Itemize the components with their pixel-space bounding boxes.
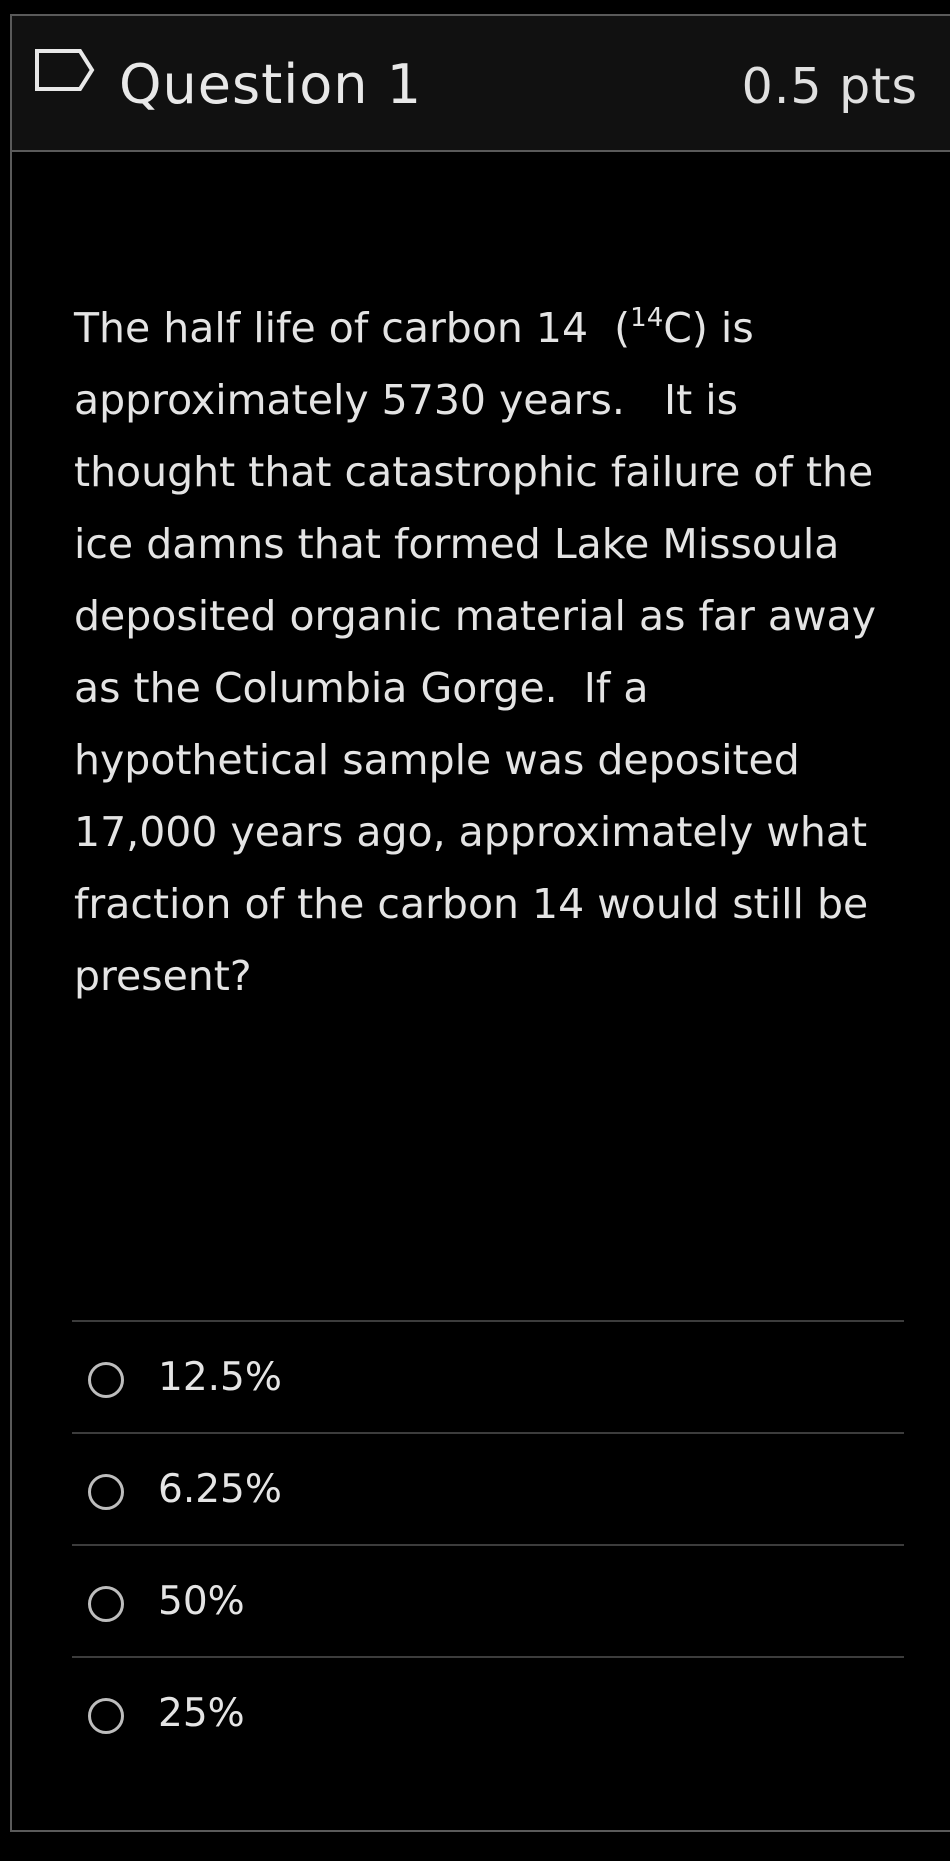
question-line: thought that catastrophic failure of the: [74, 448, 874, 496]
question-line: as the Columbia Gorge. If a: [74, 664, 649, 712]
question-line: ice damns that formed Lake Missoula: [74, 520, 840, 568]
question-line: The half life of carbon 14 (14C) is: [74, 292, 914, 364]
question-line: deposited organic material as far away: [74, 592, 876, 640]
answer-label[interactable]: 12.5%: [158, 1356, 282, 1400]
answer-list: 12.5% 6.25% 50% 25%: [72, 1320, 904, 1768]
question-header: Question 1 0.5 pts: [12, 16, 950, 152]
question-line: 17,000 years ago, approximately what: [74, 808, 868, 856]
question-text: The half life of carbon 14 (14C) is appr…: [74, 292, 914, 1012]
question-points: 0.5 pts: [741, 58, 918, 115]
answer-label[interactable]: 6.25%: [158, 1468, 282, 1512]
question-title: Question 1: [119, 53, 423, 116]
radio-button[interactable]: [88, 1362, 124, 1398]
question-text-part: C) is: [663, 304, 754, 352]
question-line: present?: [74, 952, 252, 1000]
question-text-part: The half life of carbon 14 (: [74, 304, 631, 352]
question-line: approximately 5730 years. It is: [74, 376, 738, 424]
radio-button[interactable]: [88, 1586, 124, 1622]
question-line: fraction of the carbon 14 would still be: [74, 880, 869, 928]
answer-option-50[interactable]: 50%: [72, 1544, 904, 1656]
answer-label[interactable]: 50%: [158, 1580, 245, 1624]
radio-button[interactable]: [88, 1698, 124, 1734]
answer-label[interactable]: 25%: [158, 1692, 245, 1736]
answer-option-6-25[interactable]: 6.25%: [72, 1432, 904, 1544]
superscript-14: 14: [630, 303, 664, 333]
flag-icon[interactable]: [34, 48, 96, 92]
answer-option-12-5[interactable]: 12.5%: [72, 1320, 904, 1432]
radio-button[interactable]: [88, 1474, 124, 1510]
question-line: hypothetical sample was deposited: [74, 736, 800, 784]
answer-option-25[interactable]: 25%: [72, 1656, 904, 1768]
question-card: Question 1 0.5 pts The half life of carb…: [10, 14, 950, 1832]
